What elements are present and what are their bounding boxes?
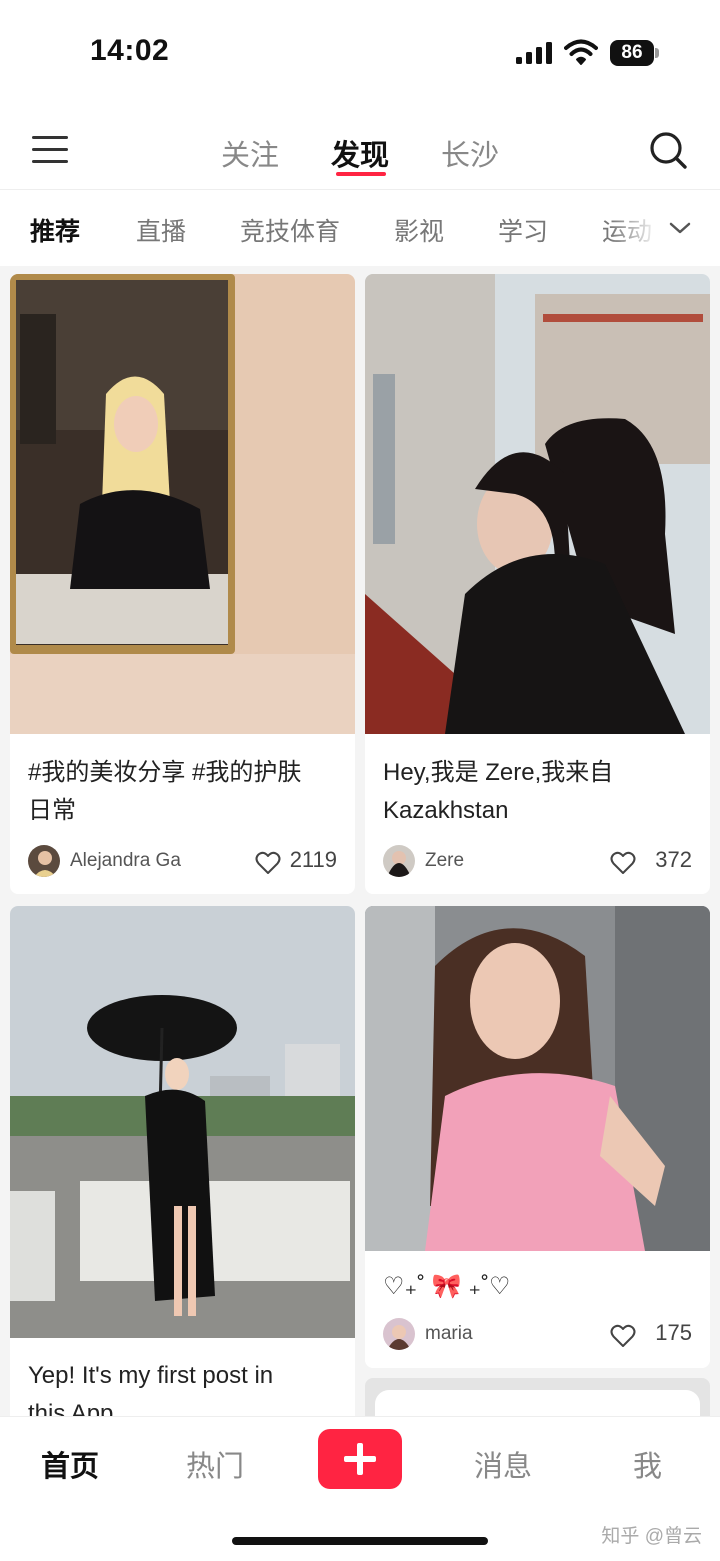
category-live[interactable]: 直播: [136, 212, 186, 248]
active-tab-underline: [336, 172, 386, 176]
post-meta: maria 175: [383, 1318, 692, 1352]
home-indicator[interactable]: [232, 1537, 488, 1545]
tab-messages[interactable]: 消息: [474, 1443, 532, 1485]
author-name[interactable]: Zere: [425, 850, 464, 872]
tab-discover[interactable]: 发现: [331, 132, 389, 174]
tab-local-city[interactable]: 长沙: [441, 132, 499, 174]
status-bar: 14:02 86: [0, 0, 720, 100]
bottom-tab-bar: 首页 热门 消息 我 知乎 @曾云: [0, 1416, 720, 1561]
create-post-button[interactable]: [318, 1429, 402, 1489]
post-photo: [10, 906, 355, 1338]
heart-icon[interactable]: [610, 1324, 636, 1348]
post-meta: Alejandra Ga 2119: [28, 845, 337, 879]
post-title-line: Hey,我是 Zere,我来自: [383, 759, 614, 786]
feed-card[interactable]: #我的美妆分享 #我的护肤 日常 Alejandra Ga 2119: [10, 274, 355, 894]
author-name[interactable]: maria: [425, 1323, 473, 1345]
cellular-signal-icon: [516, 42, 552, 64]
post-title-line: Yep! It's my first post in: [28, 1362, 274, 1389]
category-fade: [610, 190, 720, 266]
avatar[interactable]: [28, 845, 60, 877]
feed-card[interactable]: Hey,我是 Zere,我来自 Kazakhstan Zere 372: [365, 274, 710, 894]
tab-profile[interactable]: 我: [633, 1443, 662, 1485]
watermark: 知乎 @曾云: [601, 1526, 702, 1547]
author-name[interactable]: Alejandra Ga: [70, 850, 181, 872]
heart-icon[interactable]: [610, 851, 636, 875]
top-nav: 关注 发现 长沙: [0, 100, 720, 190]
avatar[interactable]: [383, 845, 415, 877]
category-bar: 推荐 直播 竞技体育 影视 学习 运动: [0, 190, 720, 266]
tab-trending[interactable]: 热门: [186, 1443, 244, 1485]
post-photo: [365, 274, 710, 734]
like-count: 175: [655, 1320, 692, 1345]
like-count: 372: [655, 847, 692, 872]
post-title-line: Kazakhstan: [383, 797, 509, 824]
post-title-line: 日常: [28, 797, 76, 824]
battery-indicator: 86: [610, 40, 659, 66]
post-title-line: #我的美妆分享 #我的护肤: [28, 759, 302, 786]
post-meta: Zere 372: [383, 845, 692, 879]
post-photo: [10, 274, 355, 734]
wifi-icon: [564, 39, 598, 65]
post-photo: [365, 906, 710, 1251]
feed: #我的美妆分享 #我的护肤 日常 Alejandra Ga 2119 Hey,我…: [0, 266, 720, 1416]
category-film-tv[interactable]: 影视: [394, 212, 444, 248]
menu-icon[interactable]: [32, 136, 68, 164]
battery-level: 86: [610, 40, 654, 66]
tab-following[interactable]: 关注: [221, 132, 279, 174]
category-study[interactable]: 学习: [498, 212, 548, 248]
post-title-line: ♡₊˚ 🎀 ₊˚♡: [383, 1273, 511, 1300]
like-count: 2119: [289, 847, 337, 872]
avatar[interactable]: [383, 1318, 415, 1350]
feed-card[interactable]: Yep! It's my first post in this App: [10, 906, 355, 1416]
status-time: 14:02: [90, 34, 170, 67]
feed-card[interactable]: ♡₊˚ 🎀 ₊˚♡ maria 175: [365, 906, 710, 1368]
tab-home[interactable]: 首页: [41, 1443, 99, 1485]
post-photo: [375, 1390, 700, 1416]
category-recommended[interactable]: 推荐: [30, 212, 80, 248]
heart-icon[interactable]: [255, 851, 281, 875]
search-icon[interactable]: [648, 130, 688, 170]
category-sports[interactable]: 竞技体育: [240, 212, 340, 248]
battery-tip: [655, 48, 659, 58]
feed-card[interactable]: [365, 1378, 710, 1416]
chevron-down-icon[interactable]: [668, 216, 692, 240]
post-title-line: this App: [28, 1400, 114, 1416]
